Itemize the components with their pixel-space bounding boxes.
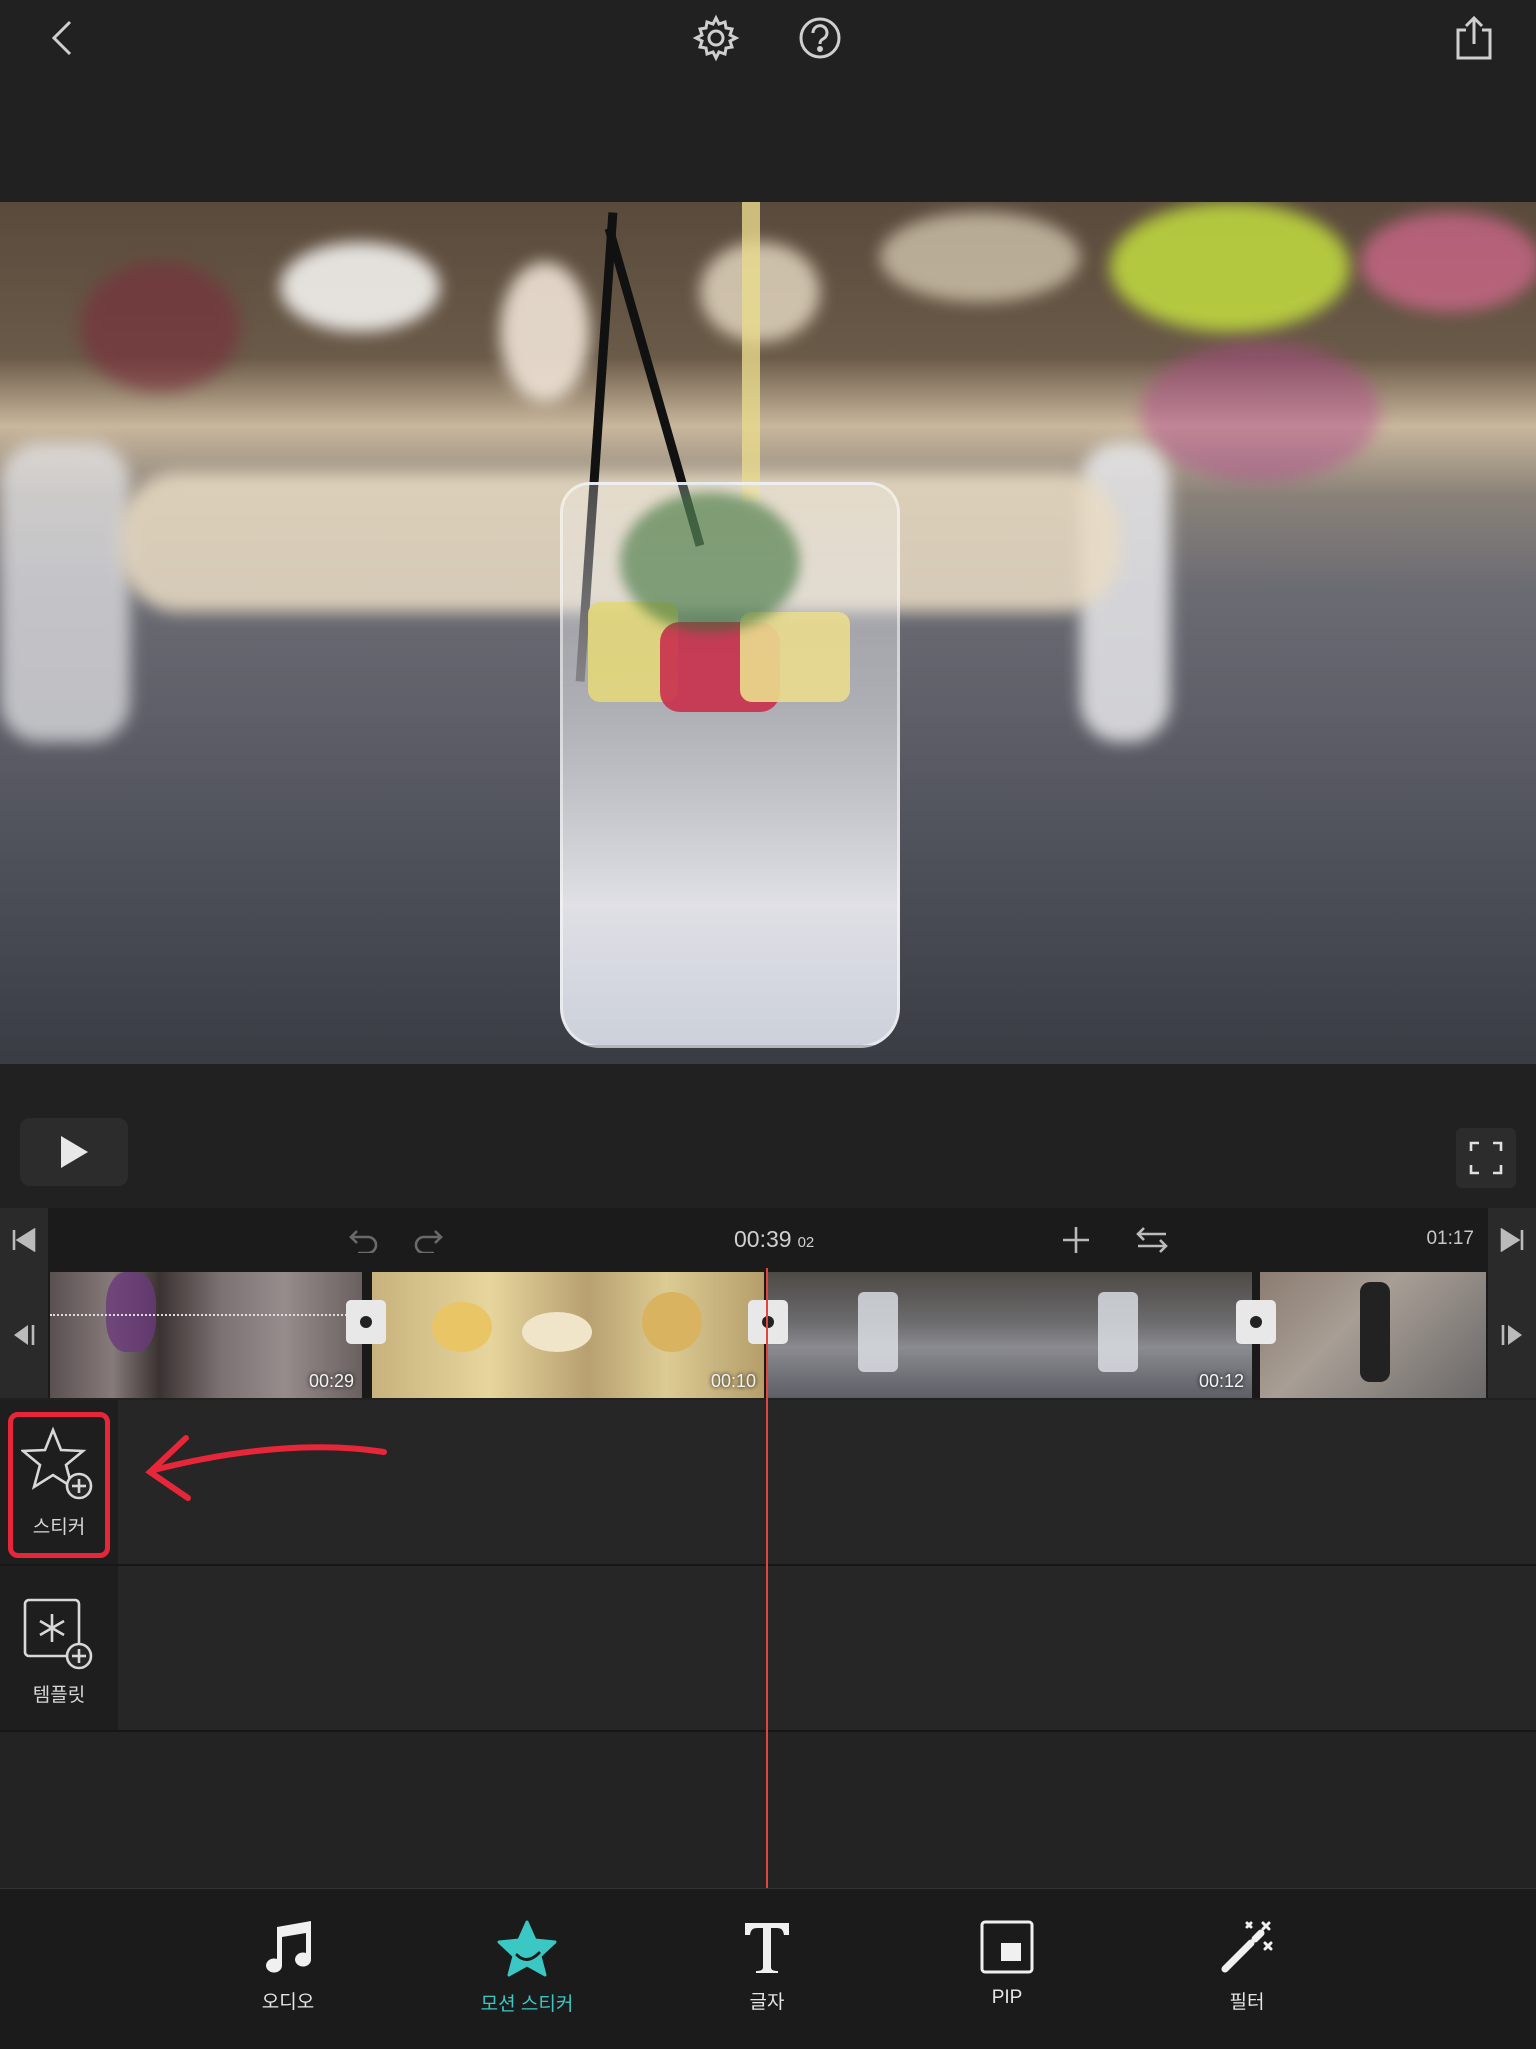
- jump-start-button[interactable]: [0, 1208, 48, 1272]
- share-button[interactable]: [1444, 8, 1504, 68]
- plus-icon: [1063, 1227, 1089, 1253]
- video-preview[interactable]: [0, 202, 1536, 1064]
- redo-icon: [414, 1230, 443, 1253]
- timeline-empty-area: [0, 1732, 1536, 1888]
- help-button[interactable]: [790, 8, 850, 68]
- text-icon: [745, 1923, 789, 1973]
- add-template-button[interactable]: 템플릿: [0, 1598, 118, 1707]
- transition-button[interactable]: [748, 1300, 788, 1344]
- total-time: 01:17: [1426, 1228, 1474, 1249]
- play-button[interactable]: [20, 1118, 128, 1186]
- bottom-toolbar: 오디오 모션 스티커 글자 PIP 필터: [0, 1888, 1536, 2049]
- fullscreen-icon: [1469, 1141, 1503, 1175]
- undo-icon: [349, 1230, 378, 1253]
- annotation-arrow-icon: [145, 1435, 387, 1501]
- swap-button[interactable]: [1124, 1208, 1180, 1272]
- add-clip-button[interactable]: [1048, 1208, 1104, 1272]
- clip-duration: 00:10: [710, 1371, 756, 1391]
- highlight-box: [8, 1412, 110, 1558]
- tool-pip-label: PIP: [991, 1987, 1023, 2008]
- playhead[interactable]: [766, 1268, 768, 1888]
- tool-text[interactable]: 글자: [697, 1919, 837, 2014]
- template-add-icon: [23, 1598, 93, 1670]
- tool-filter[interactable]: 필터: [1177, 1919, 1317, 2014]
- current-time: 00:39: [734, 1226, 792, 1252]
- template-track-label: 템플릿: [32, 1685, 86, 1706]
- tool-filter-label: 필터: [1229, 1992, 1265, 2013]
- magic-wand-icon: [1221, 1921, 1273, 1973]
- pip-icon: [980, 1920, 1034, 1974]
- step-forward-icon: [1501, 1325, 1522, 1345]
- clip-duration: 00:12: [1198, 1371, 1244, 1391]
- tool-pip[interactable]: PIP: [937, 1919, 1077, 2009]
- video-clip[interactable]: 00:12: [768, 1272, 1252, 1398]
- sticker-track: 스티커: [0, 1400, 1536, 1566]
- video-clip[interactable]: 00:10: [372, 1272, 764, 1398]
- tool-text-label: 글자: [749, 1992, 785, 2013]
- music-note-icon: [266, 1921, 312, 1973]
- swap-arrows-icon: [1136, 1227, 1168, 1253]
- question-icon: [799, 17, 841, 59]
- skip-end-icon: [1500, 1228, 1524, 1252]
- current-frames: 02: [797, 1234, 815, 1251]
- video-clip[interactable]: [1260, 1272, 1486, 1398]
- prev-frame-button[interactable]: [0, 1272, 48, 1398]
- current-timecode: 00:39 02: [734, 1226, 814, 1253]
- skip-start-icon: [12, 1228, 36, 1252]
- tool-motion-sticker[interactable]: 모션 스티커: [457, 1919, 597, 2016]
- fullscreen-button[interactable]: [1456, 1128, 1516, 1188]
- timeline-header: 00:39 02 01:17: [0, 1208, 1536, 1272]
- transition-button[interactable]: [1236, 1300, 1276, 1344]
- template-track: 템플릿: [0, 1566, 1536, 1732]
- step-back-icon: [14, 1325, 35, 1345]
- jump-end-button[interactable]: [1488, 1208, 1536, 1272]
- next-frame-button[interactable]: [1488, 1272, 1536, 1398]
- share-icon: [1456, 15, 1492, 60]
- redo-button[interactable]: [400, 1208, 456, 1272]
- play-icon: [61, 1136, 88, 1168]
- chevron-left-icon: [51, 20, 72, 56]
- clip-strip: 00:29 00:10 00:12: [0, 1272, 1536, 1398]
- gear-icon: [692, 14, 740, 62]
- back-button[interactable]: [32, 8, 92, 68]
- top-bar: [0, 0, 1536, 202]
- tool-motion-sticker-label: 모션 스티커: [480, 1994, 574, 2015]
- undo-button[interactable]: [336, 1208, 392, 1272]
- clip-duration: 00:29: [308, 1371, 354, 1391]
- tool-audio[interactable]: 오디오: [218, 1919, 358, 2014]
- star-icon: [497, 1920, 557, 1977]
- transition-button[interactable]: [346, 1300, 386, 1344]
- video-clip[interactable]: 00:29: [50, 1272, 362, 1398]
- settings-button[interactable]: [686, 8, 746, 68]
- tool-audio-label: 오디오: [261, 1992, 315, 2013]
